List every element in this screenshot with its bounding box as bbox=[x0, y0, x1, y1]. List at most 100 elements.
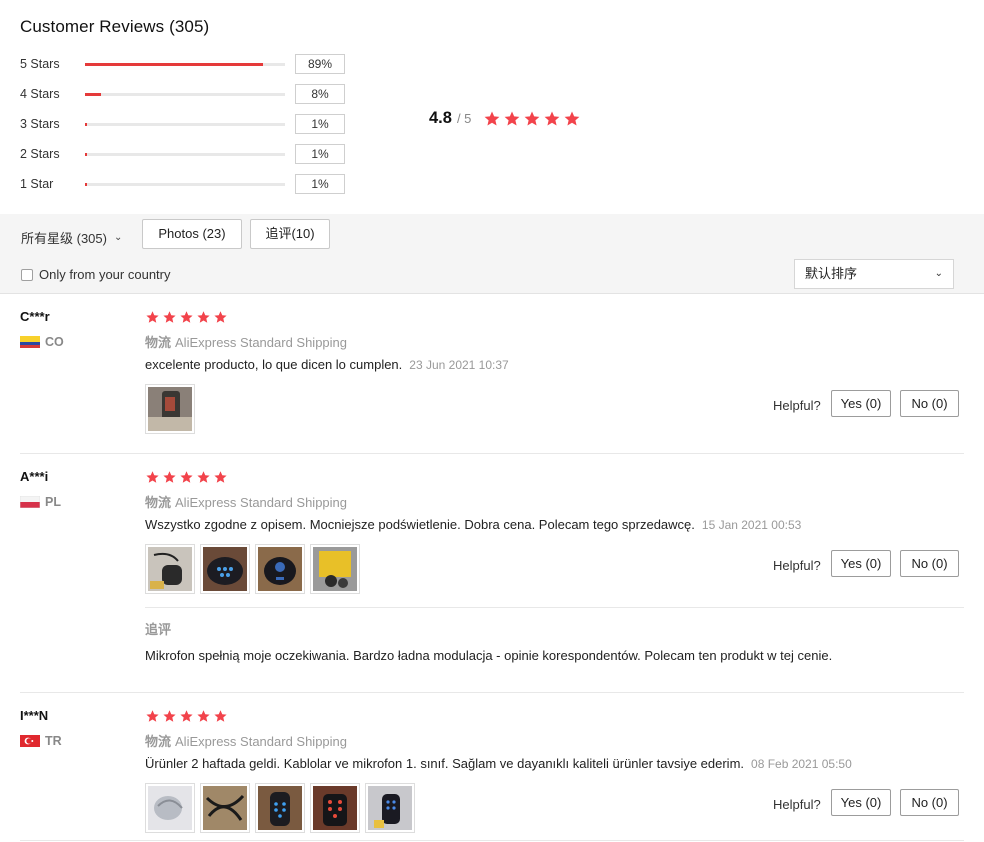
star-icon bbox=[163, 710, 176, 722]
shipping-label: 物流 bbox=[145, 335, 172, 350]
review-divider bbox=[20, 840, 964, 841]
review-stars bbox=[145, 310, 230, 324]
review-date: 23 Jun 2021 10:37 bbox=[409, 358, 509, 372]
average-value: 4.8 bbox=[429, 108, 452, 127]
review-photo[interactable] bbox=[310, 783, 360, 833]
additional-review-filter-button[interactable]: 追评(10) bbox=[250, 219, 330, 249]
additional-review-text: Mikrofon spełnią moje oczekiwania. Bardz… bbox=[145, 648, 833, 663]
review-photos bbox=[145, 783, 420, 833]
review-item: I***N TR 物流 AliExpress Standard Shipping … bbox=[0, 693, 984, 842]
review-photo[interactable] bbox=[145, 783, 195, 833]
shipping-label: 物流 bbox=[145, 734, 172, 749]
rating-row-3[interactable]: 3 Stars 1% bbox=[20, 114, 360, 136]
review-photo[interactable] bbox=[310, 544, 360, 594]
star-icon bbox=[214, 311, 227, 323]
rating-percent: 89% bbox=[295, 54, 345, 74]
star-icon bbox=[197, 471, 210, 483]
star-icon bbox=[214, 471, 227, 483]
star-icon bbox=[163, 471, 176, 483]
checkbox-icon[interactable] bbox=[21, 268, 33, 281]
star-filter-dropdown[interactable]: 所有星级 (305) ⌄ bbox=[21, 228, 122, 247]
reviewer-country: TR bbox=[20, 734, 62, 748]
rating-bar-track bbox=[85, 93, 285, 96]
rating-percent: 1% bbox=[295, 144, 345, 164]
review-photos bbox=[145, 544, 365, 594]
rating-bar-fill bbox=[85, 183, 88, 186]
country-only-checkbox[interactable]: Only from your country bbox=[21, 267, 171, 282]
shipping-label: 物流 bbox=[145, 495, 172, 510]
helpful-label: Helpful? bbox=[773, 558, 821, 573]
country-code: PL bbox=[45, 495, 61, 509]
helpful-yes-button[interactable]: Yes (0) bbox=[831, 390, 891, 417]
review-photo[interactable] bbox=[200, 544, 250, 594]
review-text: Ürünler 2 haftada geldi. Kablolar ve mik… bbox=[145, 756, 745, 771]
review-photo[interactable] bbox=[365, 783, 415, 833]
reviewer-country: PL bbox=[19, 495, 61, 509]
star-icon bbox=[146, 471, 159, 483]
helpful-yes-button[interactable]: Yes (0) bbox=[831, 789, 891, 816]
helpful-no-button[interactable]: No (0) bbox=[900, 550, 959, 577]
average-rating: 4.8 / 5 bbox=[429, 107, 583, 129]
additional-review-divider bbox=[145, 607, 964, 608]
star-icon bbox=[146, 311, 159, 323]
review-photo[interactable] bbox=[255, 544, 305, 594]
rating-percent: 8% bbox=[295, 84, 345, 104]
country-only-label: Only from your country bbox=[39, 267, 171, 282]
star-icon bbox=[565, 110, 580, 126]
rating-row-4[interactable]: 4 Stars 8% bbox=[20, 84, 360, 106]
review-text-line: excelente producto, lo que dicen lo cump… bbox=[145, 357, 509, 372]
rating-percent: 1% bbox=[295, 114, 345, 134]
star-icon bbox=[146, 710, 159, 722]
review-text-line: Wszystko zgodne z opisem. Mocniejsze pod… bbox=[145, 517, 801, 532]
reviewer-name: I***N bbox=[20, 708, 49, 723]
rating-label: 3 Stars bbox=[20, 117, 60, 131]
rating-bar-fill bbox=[85, 93, 101, 96]
rating-bar-fill bbox=[85, 123, 88, 126]
star-filter-label: 所有星级 (305) bbox=[21, 231, 107, 246]
review-date: 15 Jan 2021 00:53 bbox=[701, 518, 802, 532]
reviewer-name: A***i bbox=[20, 469, 49, 484]
chevron-down-icon: ⌄ bbox=[934, 268, 943, 279]
rating-percent: 1% bbox=[295, 174, 345, 194]
filter-bar: 所有星级 (305) ⌄ Photos (23) 追评(10) Only fro… bbox=[0, 214, 984, 294]
sort-label: 默认排序 bbox=[805, 266, 858, 281]
helpful-no-button[interactable]: No (0) bbox=[900, 789, 959, 816]
review-photo[interactable] bbox=[200, 783, 250, 833]
star-icon bbox=[180, 471, 193, 483]
shipping-info: 物流 AliExpress Standard Shipping bbox=[145, 332, 347, 351]
reviewer-name: C***r bbox=[20, 309, 50, 324]
helpful-no-button[interactable]: No (0) bbox=[900, 390, 959, 417]
star-icon bbox=[197, 311, 210, 323]
star-icon bbox=[180, 710, 193, 722]
helpful-yes-button[interactable]: Yes (0) bbox=[831, 550, 891, 577]
helpful-label: Helpful? bbox=[773, 398, 821, 413]
additional-review-label: 追评 bbox=[145, 622, 172, 637]
rating-row-5[interactable]: 5 Stars 89% bbox=[20, 54, 360, 76]
rating-row-2[interactable]: 2 Stars 1% bbox=[20, 144, 360, 166]
rating-bar-track bbox=[85, 123, 285, 126]
review-photo[interactable] bbox=[145, 384, 195, 434]
review-text: Wszystko zgodne z opisem. Mocniejsze pod… bbox=[145, 517, 695, 532]
reviews-title: Customer Reviews (305) bbox=[20, 17, 210, 36]
star-icon bbox=[485, 110, 500, 126]
review-item: C***r CO 物流 AliExpress Standard Shipping … bbox=[0, 294, 984, 454]
rating-bar-track bbox=[85, 183, 285, 186]
rating-label: 1 Star bbox=[20, 177, 54, 191]
chevron-down-icon: ⌄ bbox=[113, 232, 123, 243]
rating-bar-fill bbox=[85, 63, 263, 66]
review-photo[interactable] bbox=[255, 783, 305, 833]
review-photos bbox=[145, 384, 200, 434]
star-icon bbox=[214, 710, 227, 722]
photos-filter-button[interactable]: Photos (23) bbox=[142, 219, 242, 249]
sort-dropdown[interactable]: 默认排序 ⌄ bbox=[794, 259, 954, 289]
review-photo[interactable] bbox=[145, 544, 195, 594]
average-stars bbox=[483, 110, 583, 127]
star-icon bbox=[180, 311, 193, 323]
turkey-flag-icon bbox=[20, 735, 40, 747]
colombia-flag-icon bbox=[20, 336, 40, 348]
rating-row-1[interactable]: 1 Star 1% bbox=[20, 174, 360, 196]
shipping-info: 物流 AliExpress Standard Shipping bbox=[145, 731, 347, 750]
review-text-line: Ürünler 2 haftada geldi. Kablolar ve mik… bbox=[145, 756, 852, 771]
shipping-method: AliExpress Standard Shipping bbox=[175, 495, 348, 510]
review-stars bbox=[145, 709, 230, 723]
